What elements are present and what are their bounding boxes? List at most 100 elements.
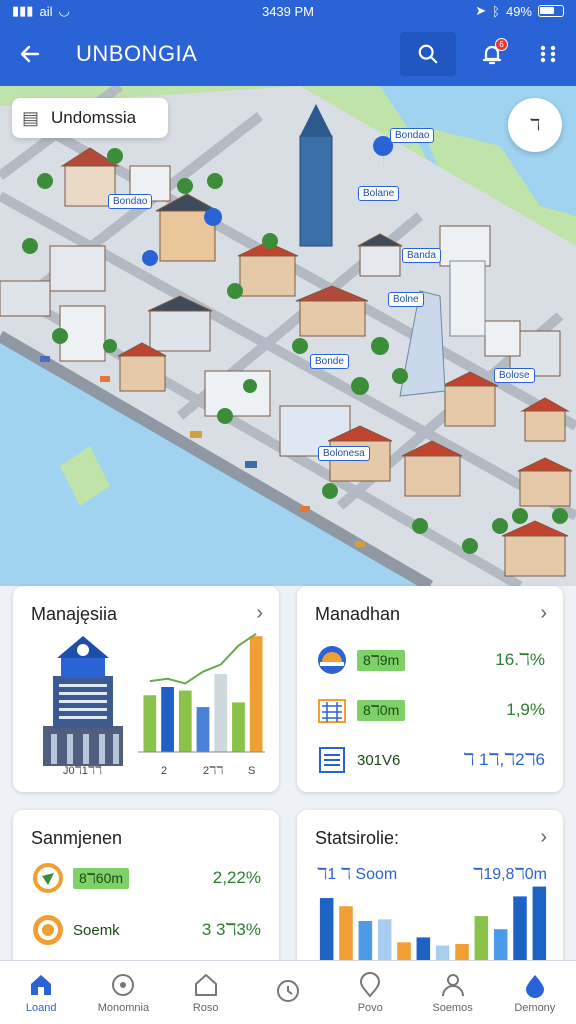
sanmjenen-card[interactable]: Sanmjenen 8ℸ60m 2,22% Soemk 3 3ℸ3% bbox=[13, 810, 279, 970]
nav-label: Soemos bbox=[432, 1001, 473, 1014]
nav-item-povo[interactable]: Povo bbox=[329, 961, 411, 1024]
chart-bar bbox=[196, 707, 210, 752]
management-card[interactable]: Manajęsiia › J0ℸ1ℸℸ 2 2ℸℸ S bbox=[13, 586, 279, 792]
wifi-icon: ◡ bbox=[58, 3, 70, 18]
house-icon bbox=[194, 973, 217, 996]
nav-item-soemos[interactable]: Soemos bbox=[411, 961, 493, 1024]
notification-badge: 6 bbox=[495, 38, 508, 51]
chart-bar bbox=[178, 690, 192, 752]
chart-bar bbox=[161, 687, 174, 752]
nav-item-home[interactable]: Loand bbox=[0, 961, 82, 1024]
chart-bar bbox=[143, 695, 157, 752]
location-arrow-icon: ➤ bbox=[475, 3, 487, 18]
manadhan-card[interactable]: Manadhan › 8ℸ9m 16.ℸ% 8ℸ0m 1,9% 301V6 ℸ … bbox=[297, 586, 563, 792]
map-tag[interactable]: Bolose bbox=[494, 368, 535, 383]
map-tag[interactable]: Bonde bbox=[310, 354, 349, 369]
management-chart: J0ℸ1ℸℸ 2 2ℸℸ S bbox=[43, 632, 265, 777]
document-list-icon bbox=[315, 743, 349, 777]
nav-label: Loand bbox=[25, 1001, 57, 1014]
metric-row[interactable]: 8ℸ60m 2,22% bbox=[31, 858, 261, 898]
metric-label: 8ℸ9m bbox=[357, 649, 406, 671]
map-tag[interactable]: Bolne bbox=[388, 292, 424, 307]
nav-label: Roso bbox=[192, 1001, 219, 1014]
clock-icon bbox=[276, 979, 299, 1002]
metric-row[interactable]: 8ℸ9m 16.ℸ% bbox=[315, 640, 545, 680]
nav-item-demony[interactable]: Demony bbox=[494, 961, 576, 1024]
building-illustration bbox=[43, 636, 123, 766]
page-title: UNBONGIA bbox=[76, 41, 198, 66]
metric-label: Soemk bbox=[73, 921, 120, 939]
bottom-nav: Loand Monomnia Roso Povo Soemos Demony bbox=[0, 960, 576, 1024]
card-title: Sanmjenen bbox=[31, 828, 123, 848]
chart-bar bbox=[249, 636, 263, 752]
nav-label: Monomnia bbox=[97, 1001, 150, 1014]
chart-bar bbox=[416, 937, 431, 962]
map-illustration bbox=[0, 86, 576, 586]
axis-label: 2 bbox=[161, 765, 167, 777]
search-button[interactable] bbox=[400, 32, 456, 76]
metric-label: 301V6 bbox=[357, 751, 401, 769]
statistics-card[interactable]: Statsirolie: › ℸ1 ℸ Soom ℸ19,8ℸ0m bbox=[297, 810, 563, 970]
drop-icon bbox=[525, 974, 544, 998]
chart-bar bbox=[532, 886, 547, 962]
map-tag[interactable]: Bolonesa bbox=[318, 446, 370, 461]
carrier-text: ail bbox=[39, 3, 53, 19]
grid-dots-icon bbox=[540, 45, 556, 63]
chart-trend-line bbox=[149, 632, 257, 685]
map-tag[interactable]: Bolane bbox=[358, 186, 400, 201]
metric-row[interactable]: Soemk 3 3ℸ3% bbox=[31, 910, 261, 950]
nav-label: Demony bbox=[514, 1001, 556, 1014]
nav-item-clock[interactable] bbox=[247, 961, 329, 1024]
chart-bar bbox=[474, 916, 489, 962]
compass-button[interactable]: ℸ bbox=[508, 98, 562, 152]
nav-item-monomnia[interactable]: Monomnia bbox=[82, 961, 164, 1024]
map-tag[interactable]: Banda bbox=[402, 248, 441, 263]
back-arrow-icon bbox=[20, 45, 40, 63]
metric-label: 8ℸ0m bbox=[357, 699, 406, 721]
metric-value: 1,9% bbox=[506, 700, 545, 719]
chart-bar bbox=[214, 674, 228, 752]
sunrise-icon bbox=[315, 643, 349, 677]
metric-value: 3 3ℸ3% bbox=[201, 920, 261, 939]
document-icon: ▤ bbox=[22, 107, 40, 128]
metric-value: ℸ 1ℸ,ℸ2ℸ6 bbox=[463, 750, 545, 769]
axis-label: S bbox=[248, 765, 255, 777]
building-grid-icon bbox=[315, 693, 349, 727]
status-bar: ▮▮▮ ail ◡ 3439 PM ➤ ᛒ 49% bbox=[0, 0, 576, 22]
compass-icon bbox=[112, 973, 135, 996]
shield-check-icon bbox=[31, 861, 65, 895]
chart-bar bbox=[377, 919, 392, 962]
location-label[interactable]: ▤ Undomssia bbox=[12, 98, 168, 138]
coin-icon bbox=[31, 913, 65, 947]
more-menu-button[interactable] bbox=[520, 32, 576, 76]
chart-bar bbox=[232, 702, 245, 752]
battery-icon bbox=[538, 5, 564, 17]
back-button[interactable] bbox=[0, 22, 60, 86]
app-bar: UNBONGIA 6 bbox=[0, 22, 576, 86]
metric-row[interactable]: 8ℸ0m 1,9% bbox=[315, 690, 545, 730]
search-icon bbox=[418, 44, 438, 64]
chart-bar bbox=[493, 929, 508, 962]
chevron-right-icon[interactable]: › bbox=[540, 602, 547, 625]
card-title: Manadhan bbox=[315, 604, 401, 624]
map-tag[interactable]: Bondao bbox=[390, 128, 435, 143]
location-name: Undomssia bbox=[51, 108, 137, 127]
pin-icon bbox=[360, 971, 381, 998]
map-tag[interactable]: Bondao bbox=[108, 194, 153, 209]
nav-item-roso[interactable]: Roso bbox=[165, 961, 247, 1024]
metric-value: 2,22% bbox=[212, 868, 261, 887]
chart-bar bbox=[319, 898, 334, 962]
battery-percent: 49% bbox=[505, 3, 532, 19]
chart-bar bbox=[358, 921, 373, 962]
notifications-button[interactable]: 6 bbox=[464, 32, 520, 76]
nav-label: Povo bbox=[357, 1001, 383, 1014]
compass-icon: ℸ bbox=[529, 117, 541, 134]
chart-bar bbox=[339, 906, 353, 962]
home-icon bbox=[31, 974, 52, 995]
statistics-chart bbox=[319, 886, 547, 962]
metric-value: 16.ℸ% bbox=[495, 650, 545, 669]
city-map[interactable]: ▤ Undomssia ℸ Bondao Bolane Bondao Banda… bbox=[0, 86, 576, 586]
axis-label: 2ℸℸ bbox=[203, 765, 223, 777]
user-icon bbox=[441, 973, 464, 996]
metric-row[interactable]: 301V6 ℸ 1ℸ,ℸ2ℸ6 bbox=[315, 740, 545, 780]
